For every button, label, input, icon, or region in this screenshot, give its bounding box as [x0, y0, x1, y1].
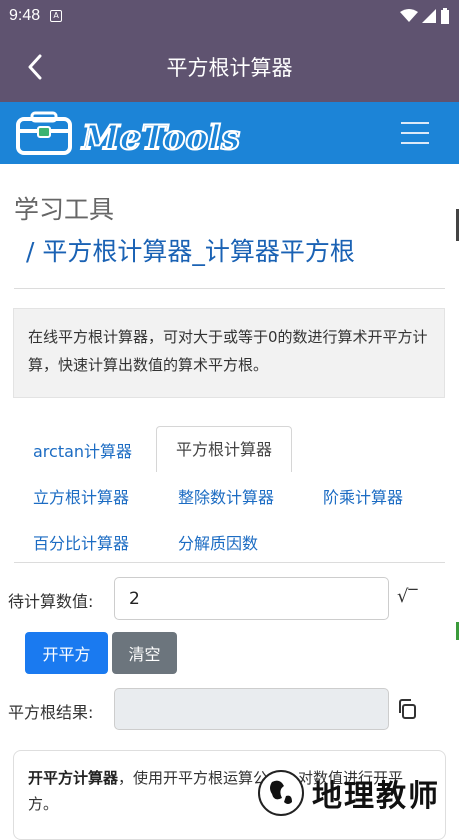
- watermark-text: 地理教师: [312, 779, 440, 814]
- watermark: 地理教师: [258, 770, 440, 816]
- input-label: 待计算数值:: [8, 592, 94, 611]
- metools-logo[interactable]: MeTools: [16, 111, 254, 157]
- battery-icon: [441, 8, 449, 24]
- tab-cbrt[interactable]: 立方根计算器: [33, 484, 129, 508]
- status-bar: 9:48 A: [0, 0, 459, 32]
- tab-sqrt[interactable]: 平方根计算器: [156, 426, 293, 472]
- status-time: 9:48: [9, 7, 41, 24]
- result-field[interactable]: [114, 688, 389, 730]
- tab-percentage[interactable]: 百分比计算器: [33, 530, 129, 554]
- app-title: 平方根计算器: [166, 56, 293, 80]
- sqrt-symbol: √‾: [397, 586, 418, 607]
- number-input[interactable]: 2: [114, 577, 389, 620]
- app-bar: 平方根计算器: [0, 32, 459, 102]
- tab-arctan[interactable]: arctan计算器: [33, 438, 132, 462]
- clear-button[interactable]: 清空: [112, 632, 177, 674]
- globe-logo-icon: [258, 770, 304, 816]
- svg-text:MeTools: MeTools: [81, 118, 240, 157]
- tab-factorial[interactable]: 阶乘计算器: [323, 484, 403, 508]
- compute-button[interactable]: 开平方: [25, 632, 108, 674]
- status-icons: [400, 8, 450, 24]
- wifi-icon: [400, 9, 418, 22]
- page-title: / 平方根计算器_计算器平方根: [26, 237, 355, 266]
- tab-prime-factor[interactable]: 分解质因数: [178, 530, 258, 554]
- brand-bar: MeTools: [0, 102, 459, 164]
- result-label: 平方根结果:: [8, 703, 94, 722]
- card-title: 开平方计算器: [28, 769, 119, 787]
- back-button[interactable]: [20, 52, 50, 82]
- divider: [14, 288, 445, 289]
- chevron-left-icon: [28, 54, 42, 80]
- copy-icon[interactable]: [396, 698, 418, 720]
- divider: [14, 562, 445, 563]
- breadcrumb-section[interactable]: 学习工具: [14, 190, 114, 226]
- description-box: 在线平方根计算器，可对大于或等于0的数进行算术开平方计算，快速计算出数值的算术平…: [13, 308, 445, 398]
- main-content: 学习工具 / 平方根计算器_计算器平方根 在线平方根计算器，可对大于或等于0的数…: [0, 164, 459, 840]
- signal-icon: [422, 9, 436, 23]
- notification-icon: A: [50, 10, 63, 22]
- hamburger-menu-icon[interactable]: [401, 122, 429, 144]
- tab-divisible[interactable]: 整除数计算器: [178, 484, 274, 508]
